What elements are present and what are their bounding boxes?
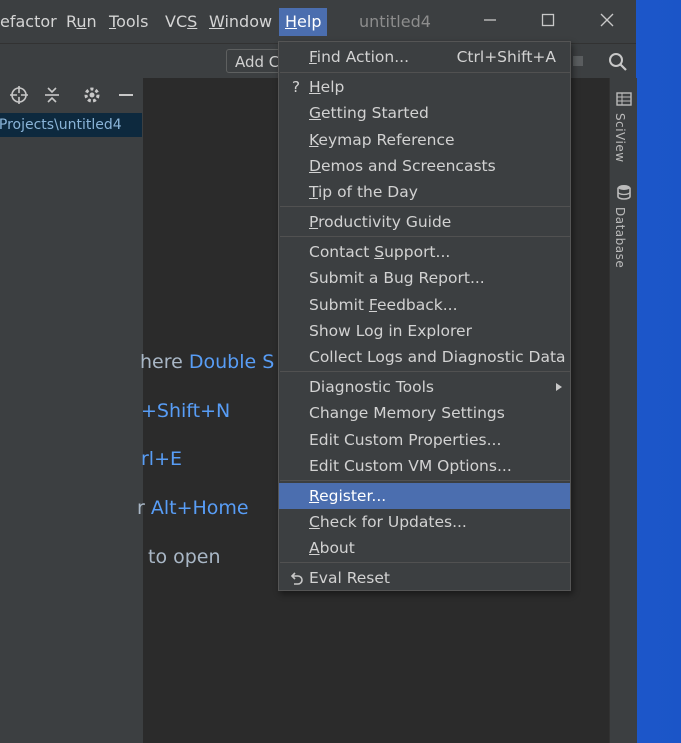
- collapse-all-icon[interactable]: [42, 85, 62, 105]
- minimize-button[interactable]: [475, 8, 505, 36]
- close-icon: [600, 13, 614, 27]
- sciview-label: SciView: [613, 113, 627, 163]
- database-label: Database: [613, 207, 627, 269]
- menu-diagnostic-tools[interactable]: Diagnostic Tools: [279, 374, 570, 400]
- minimize-icon: [484, 19, 496, 21]
- menu-collect-logs[interactable]: Collect Logs and Diagnostic Data: [279, 344, 570, 370]
- project-root-row[interactable]: nProjects\untitled4: [0, 113, 142, 137]
- menu-tools[interactable]: Tools: [103, 8, 154, 36]
- menu-productivity-guide[interactable]: Productivity Guide: [279, 209, 570, 235]
- menu-separator: [280, 371, 570, 372]
- menu-window[interactable]: Window: [203, 8, 278, 36]
- menu-edit-vm-options[interactable]: Edit Custom VM Options...: [279, 453, 570, 479]
- menu-eval-reset[interactable]: Eval Reset: [279, 565, 570, 591]
- search-icon: [609, 53, 627, 71]
- hint-navigation-bar: r Alt+Home: [137, 497, 249, 519]
- menu-edit-custom-properties[interactable]: Edit Custom Properties...: [279, 427, 570, 453]
- menu-about[interactable]: About: [279, 535, 570, 561]
- hint-recent-files: rl+E: [141, 448, 183, 470]
- menu-contact-support[interactable]: Contact Support...: [279, 239, 570, 265]
- menu-demos-screencasts[interactable]: Demos and Screencasts: [279, 153, 570, 179]
- sciview-tool-button[interactable]: SciView: [613, 92, 635, 163]
- menu-change-memory[interactable]: Change Memory Settings: [279, 400, 570, 426]
- help-question-icon: ?: [291, 78, 301, 96]
- maximize-button[interactable]: [533, 8, 563, 36]
- hide-panel-icon[interactable]: [116, 85, 136, 105]
- hint-search-everywhere: here Double S: [140, 351, 275, 373]
- menu-separator: [280, 206, 570, 207]
- menu-bar: efactor Run Tools VCS Window Help untitl…: [0, 0, 636, 43]
- close-button[interactable]: [592, 8, 622, 36]
- menu-keymap-reference[interactable]: Keymap Reference: [279, 127, 570, 153]
- window-title: untitled4: [359, 12, 431, 31]
- search-everywhere-button[interactable]: [607, 51, 629, 73]
- menu-run[interactable]: Run: [60, 8, 103, 36]
- menu-show-log[interactable]: Show Log in Explorer: [279, 318, 570, 344]
- project-panel: nProjects\untitled4: [0, 78, 144, 743]
- right-tool-strip: SciView Database: [609, 78, 637, 743]
- add-configuration-button[interactable]: Add C: [226, 49, 286, 73]
- menu-separator: [280, 72, 570, 73]
- undo-arrow-icon: [287, 565, 305, 594]
- menu-help[interactable]: ? Help: [279, 74, 570, 100]
- menu-submit-bug-report[interactable]: Submit a Bug Report...: [279, 265, 570, 291]
- stop-icon[interactable]: [573, 56, 583, 66]
- submenu-arrow-icon: [556, 383, 562, 391]
- hint-go-to-file: +Shift+N: [141, 400, 231, 422]
- maximize-icon: [541, 13, 555, 27]
- menu-getting-started[interactable]: Getting Started: [279, 100, 570, 126]
- menu-separator: [280, 480, 570, 481]
- menu-vcs[interactable]: VCS: [159, 8, 203, 36]
- project-panel-toolbar: [0, 78, 143, 112]
- menu-refactor[interactable]: efactor: [0, 8, 63, 36]
- menu-separator: [280, 236, 570, 237]
- menu-check-updates[interactable]: Check for Updates...: [279, 509, 570, 535]
- hint-drop-files: to open: [148, 546, 221, 568]
- database-icon: [617, 185, 631, 200]
- locate-file-icon[interactable]: [9, 85, 29, 105]
- menu-register[interactable]: Register...: [279, 483, 570, 509]
- menu-submit-feedback[interactable]: Submit Feedback...: [279, 292, 570, 318]
- help-dropdown-menu: Find Action... Ctrl+Shift+A ? Help Getting…: [278, 41, 571, 591]
- menu-find-action[interactable]: Find Action... Ctrl+Shift+A: [279, 44, 570, 70]
- database-tool-button[interactable]: Database: [613, 184, 635, 268]
- gear-icon[interactable]: [82, 85, 102, 105]
- menu-tip-of-the-day[interactable]: Tip of the Day: [279, 179, 570, 205]
- menu-separator: [280, 562, 570, 563]
- menu-help[interactable]: Help: [279, 8, 328, 36]
- sciview-icon: [616, 92, 632, 106]
